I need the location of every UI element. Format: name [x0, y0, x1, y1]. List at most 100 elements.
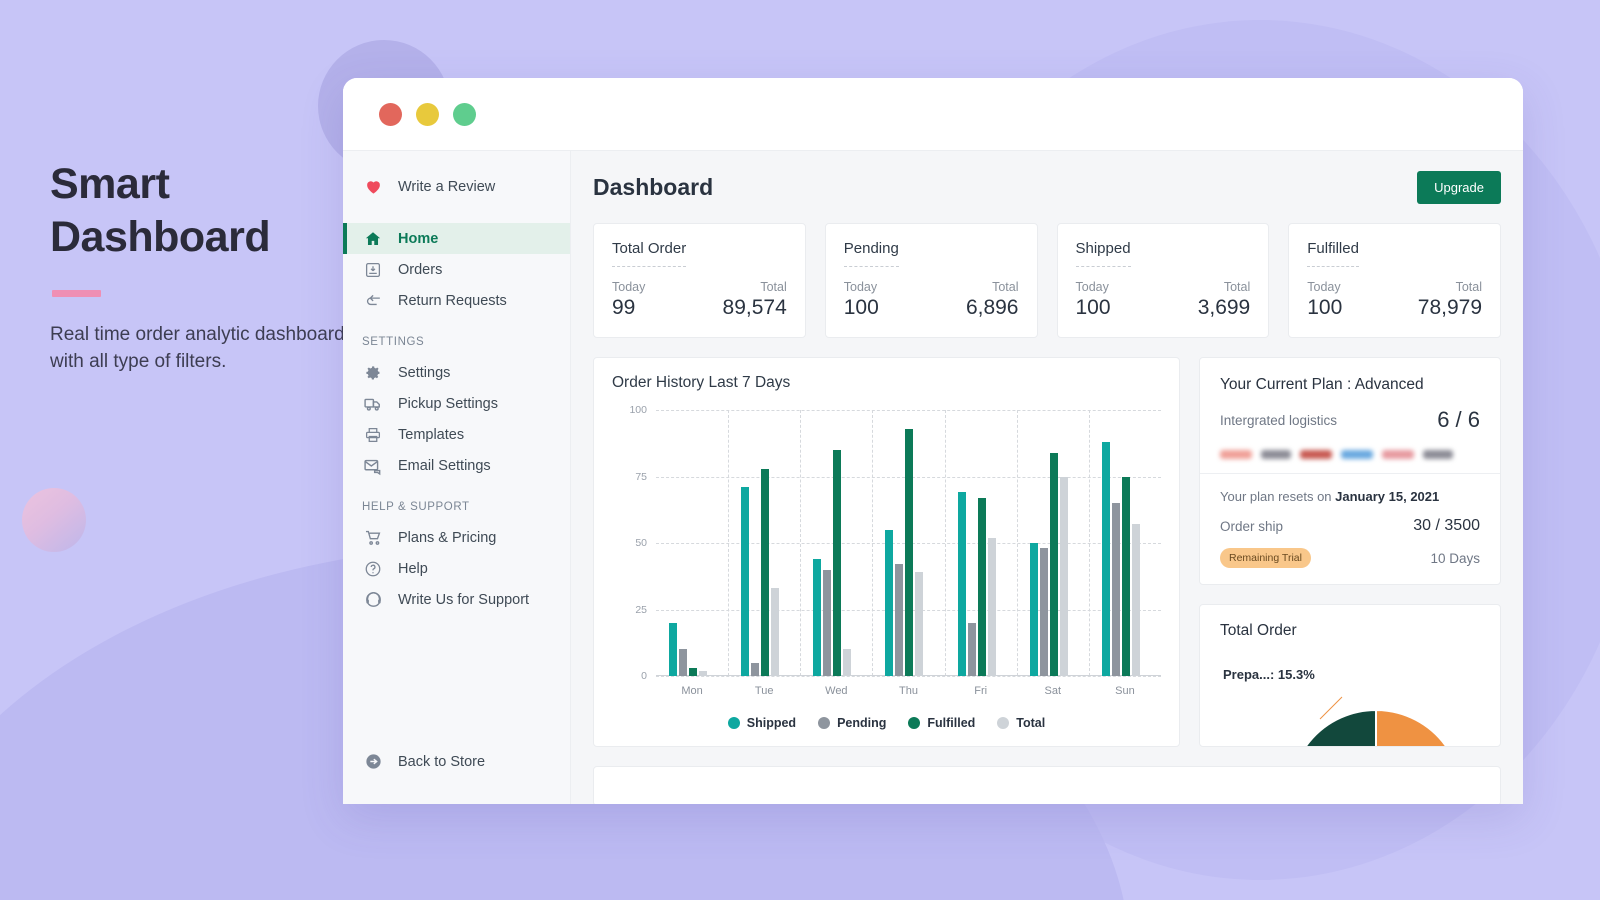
stat-total-label: Total: [992, 280, 1018, 294]
sidebar-item-home[interactable]: Home: [343, 223, 570, 254]
plan-reset-prefix: Your plan resets on: [1220, 489, 1335, 504]
bar-pending: [679, 649, 687, 676]
sidebar-item-write-us-for-support[interactable]: Write Us for Support: [343, 584, 570, 615]
bar-group: [885, 410, 923, 676]
stat-today-label: Today: [1076, 280, 1109, 294]
bar-group: [813, 410, 851, 676]
truck-icon: [362, 393, 384, 415]
legend-swatch: [908, 717, 920, 729]
sidebar-item-templates[interactable]: Templates: [343, 419, 570, 450]
stat-today-label: Today: [612, 280, 645, 294]
logistics-logo: [1261, 450, 1291, 459]
sidebar-section-settings-header: SETTINGS: [343, 336, 570, 348]
window-titlebar: [343, 78, 1523, 150]
bar-shipped: [669, 623, 677, 676]
promo-title-line1: Smart: [50, 160, 169, 208]
lower-section: Order History Last 7 Days 0255075100MonT…: [593, 357, 1501, 747]
sidebar-item-orders[interactable]: Orders: [343, 254, 570, 285]
x-axis-tick: Mon: [681, 685, 702, 697]
stat-card-title: Shipped: [1076, 240, 1131, 267]
stat-total-value: 89,574: [723, 296, 787, 320]
bar-pending: [751, 663, 759, 676]
chart-gridline-vertical: [800, 410, 801, 676]
stat-card-title: Fulfilled: [1307, 240, 1359, 267]
stat-card-total-order: Total Order Today Total 99 89,574: [593, 223, 806, 338]
stat-today-value: 99: [612, 296, 635, 320]
legend-item-total[interactable]: Total: [997, 716, 1045, 730]
sidebar-item-label: Home: [398, 231, 438, 247]
chart-gridline-vertical: [1017, 410, 1018, 676]
background-circle-pink: [22, 488, 86, 552]
y-axis-tick: 25: [635, 604, 647, 616]
bar-fulfilled: [761, 469, 769, 676]
chart-gridline-vertical: [945, 410, 946, 676]
bar-fulfilled: [978, 498, 986, 676]
legend-swatch: [728, 717, 740, 729]
logistics-logo: [1423, 450, 1453, 459]
page-title: Dashboard: [593, 174, 713, 201]
upgrade-button[interactable]: Upgrade: [1417, 171, 1501, 204]
legend-label: Total: [1016, 716, 1045, 730]
stat-total-value: 6,896: [966, 296, 1019, 320]
y-axis-tick: 75: [635, 471, 647, 483]
legend-item-pending[interactable]: Pending: [818, 716, 886, 730]
sidebar-item-label: Plans & Pricing: [398, 530, 496, 546]
y-axis-tick: 50: [635, 537, 647, 549]
bar-group: [1102, 410, 1140, 676]
stat-today-value: 100: [1307, 296, 1342, 320]
pie-chart-title: Total Order: [1220, 622, 1480, 640]
sidebar-item-email-settings[interactable]: Email Settings: [343, 450, 570, 481]
bar-total: [699, 671, 707, 676]
sidebar-item-plans-and-pricing[interactable]: Plans & Pricing: [343, 522, 570, 553]
total-order-pie-card: Total Order Prepa...: 15.3%: [1199, 604, 1501, 747]
plan-reset-date: January 15, 2021: [1335, 489, 1439, 504]
sidebar-item-back-to-store[interactable]: Back to Store: [343, 746, 570, 777]
pie-slice-prepa-: [1376, 710, 1447, 747]
x-axis-tick: Thu: [899, 685, 918, 697]
legend-item-shipped[interactable]: Shipped: [728, 716, 796, 730]
legend-item-fulfilled[interactable]: Fulfilled: [908, 716, 975, 730]
bar-shipped: [1030, 543, 1038, 676]
chart-gridline-vertical: [728, 410, 729, 676]
sidebar-item-write-a-review[interactable]: Write a Review: [343, 171, 570, 202]
sidebar-item-label: Templates: [398, 427, 464, 443]
sidebar-item-label: Return Requests: [398, 293, 507, 309]
close-window-button[interactable]: [379, 103, 402, 126]
promo-divider: [52, 290, 101, 297]
bar-total: [771, 588, 779, 676]
bar-fulfilled: [1122, 477, 1130, 677]
minimize-window-button[interactable]: [416, 103, 439, 126]
bar-pending: [1040, 548, 1048, 676]
x-axis-tick: Sun: [1115, 685, 1135, 697]
bar-shipped: [885, 530, 893, 676]
stat-total-label: Total: [1224, 280, 1250, 294]
order-ship-value: 30 / 3500: [1413, 517, 1480, 535]
pie-leader-line: [1320, 697, 1342, 719]
remaining-trial-days: 10 Days: [1430, 551, 1480, 566]
legend-label: Pending: [837, 716, 886, 730]
bar-group: [958, 410, 996, 676]
arrow-right-circle-icon: [362, 751, 384, 773]
legend-label: Shipped: [747, 716, 796, 730]
bar-pending: [823, 570, 831, 676]
gear-icon: [362, 362, 384, 384]
sidebar-item-return-requests[interactable]: Return Requests: [343, 285, 570, 316]
cart-icon: [362, 527, 384, 549]
stat-total-value: 3,699: [1198, 296, 1251, 320]
stat-card-pending: Pending Today Total 100 6,896: [825, 223, 1038, 338]
sidebar-section-help-header: HELP & SUPPORT: [343, 501, 570, 513]
stat-total-value: 78,979: [1418, 296, 1482, 320]
bar-group: [741, 410, 779, 676]
sidebar-item-label: Orders: [398, 262, 442, 278]
chart-gridline-vertical: [872, 410, 873, 676]
bar-chart-plot: 0255075100MonTueWedThuFriSatSun: [656, 410, 1161, 676]
legend-swatch: [818, 717, 830, 729]
app-window: Write a Review Home Orders Return Reques…: [343, 78, 1523, 804]
sidebar-item-help[interactable]: Help: [343, 553, 570, 584]
sidebar-item-pickup-settings[interactable]: Pickup Settings: [343, 388, 570, 419]
x-axis-tick: Tue: [755, 685, 774, 697]
main-content: Dashboard Upgrade Total Order Today Tota…: [571, 150, 1523, 804]
sidebar-item-settings[interactable]: Settings: [343, 357, 570, 388]
maximize-window-button[interactable]: [453, 103, 476, 126]
bar-group: [1030, 410, 1068, 676]
